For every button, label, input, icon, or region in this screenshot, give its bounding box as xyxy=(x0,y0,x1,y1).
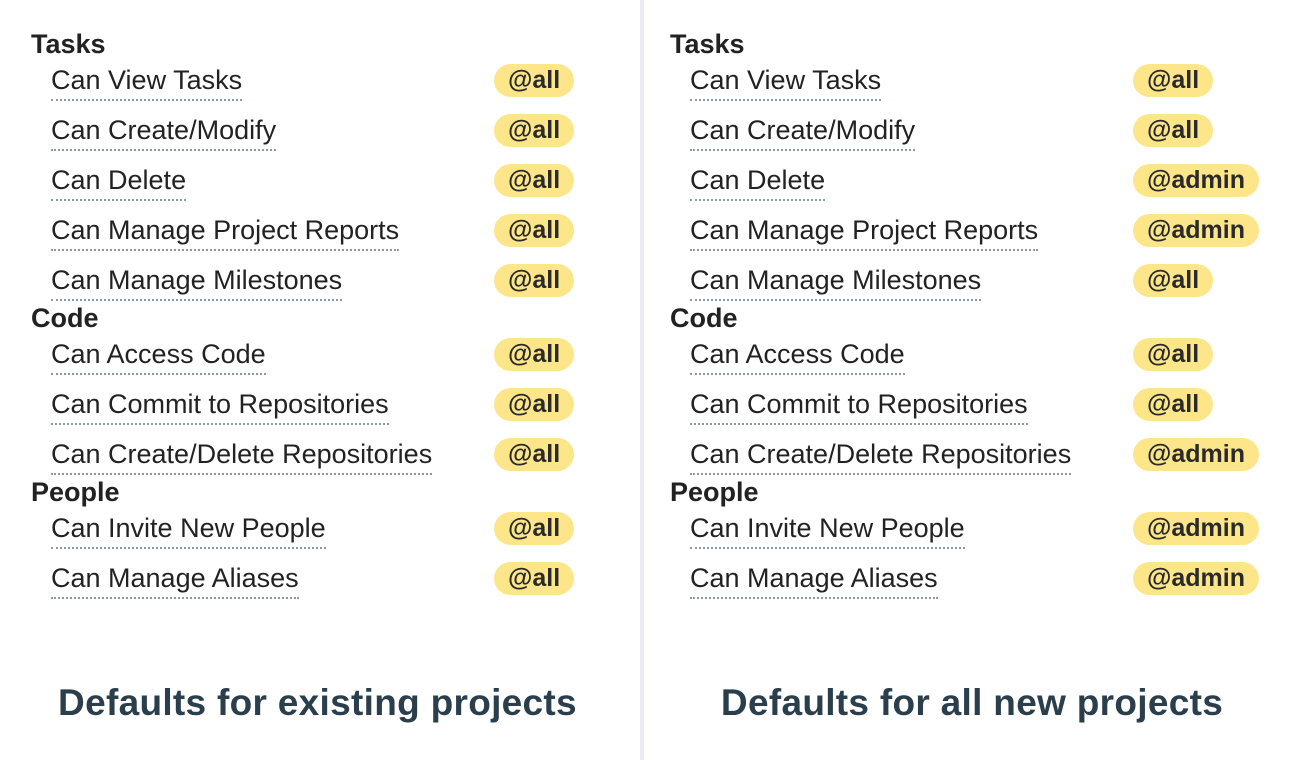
group-title: Code xyxy=(31,303,99,333)
permission-label[interactable]: Can Delete xyxy=(51,162,187,201)
role-badge[interactable]: @admin xyxy=(1133,164,1259,197)
permission-label[interactable]: Can View Tasks xyxy=(51,62,243,101)
permissions-list: Tasks Can View Tasks @all Can Create/Modi… xyxy=(31,26,575,610)
role-badge[interactable]: @all xyxy=(1133,388,1214,421)
permission-row: Can Invite New People @admin xyxy=(670,510,1259,560)
permission-row: Can Manage Project Reports @all xyxy=(31,212,575,262)
group-title: People xyxy=(31,477,120,507)
permission-label[interactable]: Can Access Code xyxy=(690,336,905,375)
role-badge[interactable]: @all xyxy=(494,438,575,471)
group-title: Tasks xyxy=(670,29,745,59)
role-badge[interactable]: @all xyxy=(494,64,575,97)
permission-label[interactable]: Can Manage Milestones xyxy=(690,262,982,301)
permission-label[interactable]: Can View Tasks xyxy=(690,62,882,101)
permission-row: Can View Tasks @all xyxy=(670,62,1214,112)
permission-label[interactable]: Can Create/Delete Repositories xyxy=(690,436,1072,475)
permission-label[interactable]: Can Commit to Repositories xyxy=(690,386,1028,425)
permission-label[interactable]: Can Manage Project Reports xyxy=(51,212,400,251)
permission-label[interactable]: Can Manage Project Reports xyxy=(690,212,1039,251)
role-badge[interactable]: @all xyxy=(1133,64,1214,97)
panel-caption: Defaults for all new projects xyxy=(720,682,1224,723)
role-badge[interactable]: @all xyxy=(494,264,575,297)
role-badge[interactable]: @all xyxy=(494,114,575,147)
role-badge[interactable]: @all xyxy=(1133,264,1214,297)
permission-row: Can Commit to Repositories @all xyxy=(31,386,575,436)
group-people: People Can Invite New People @all Can Man… xyxy=(31,474,575,610)
permission-row: Can Commit to Repositories @all xyxy=(670,386,1214,436)
permissions-list: Tasks Can View Tasks @all Can Create/Modi… xyxy=(670,26,1259,610)
group-title: Tasks xyxy=(31,29,106,59)
role-badge[interactable]: @admin xyxy=(1133,512,1259,545)
permission-row: Can Manage Milestones @all xyxy=(670,262,1214,301)
permission-label[interactable]: Can Commit to Repositories xyxy=(51,386,389,425)
role-badge[interactable]: @all xyxy=(1133,338,1214,371)
group-tasks: Tasks Can View Tasks @all Can Create/Modi… xyxy=(31,26,575,301)
existing-projects-panel: Tasks Can View Tasks @all Can Create/Modi… xyxy=(0,0,640,760)
role-badge[interactable]: @admin xyxy=(1133,214,1259,247)
permission-label[interactable]: Can Manage Aliases xyxy=(690,560,938,599)
permission-label[interactable]: Can Delete xyxy=(690,162,826,201)
permission-label[interactable]: Can Create/Modify xyxy=(51,112,277,151)
group-tasks: Tasks Can View Tasks @all Can Create/Modi… xyxy=(670,26,1259,301)
role-badge[interactable]: @all xyxy=(494,338,575,371)
permission-row: Can Access Code @all xyxy=(31,336,575,386)
new-projects-panel: Tasks Can View Tasks @all Can Create/Modi… xyxy=(644,0,1300,760)
permission-row: Can Create/Delete Repositories @admin xyxy=(670,436,1259,475)
permission-row: Can Invite New People @all xyxy=(31,510,575,560)
group-title: People xyxy=(670,477,759,507)
permission-row: Can Manage Aliases @admin xyxy=(670,560,1259,610)
permission-row: Can Manage Milestones @all xyxy=(31,262,575,301)
permission-row: Can Create/Modify @all xyxy=(31,112,575,162)
group-title: Code xyxy=(670,303,738,333)
permission-row: Can Create/Modify @all xyxy=(670,112,1214,162)
permission-row: Can Manage Aliases @all xyxy=(31,560,575,610)
role-badge[interactable]: @all xyxy=(494,164,575,197)
permission-label[interactable]: Can Create/Modify xyxy=(690,112,916,151)
role-badge[interactable]: @admin xyxy=(1133,562,1259,595)
permission-label[interactable]: Can Manage Aliases xyxy=(51,560,299,599)
group-people: People Can Invite New People @admin Can M… xyxy=(670,474,1259,610)
permission-row: Can Delete @all xyxy=(31,162,575,212)
permission-label[interactable]: Can Invite New People xyxy=(690,510,965,549)
permission-row: Can Access Code @all xyxy=(670,336,1214,386)
role-badge[interactable]: @all xyxy=(494,562,575,595)
permission-row: Can View Tasks @all xyxy=(31,62,575,112)
permission-label[interactable]: Can Create/Delete Repositories xyxy=(51,436,433,475)
permission-row: Can Delete @admin xyxy=(670,162,1259,212)
role-badge[interactable]: @all xyxy=(494,512,575,545)
permission-row: Can Create/Delete Repositories @all xyxy=(31,436,575,475)
permission-label[interactable]: Can Access Code xyxy=(51,336,266,375)
permission-label[interactable]: Can Manage Milestones xyxy=(51,262,343,301)
panel-caption: Defaults for existing projects xyxy=(58,682,577,723)
group-code: Code Can Access Code @all Can Commit to R… xyxy=(31,300,575,475)
role-badge[interactable]: @all xyxy=(494,214,575,247)
group-code: Code Can Access Code @all Can Commit to R… xyxy=(670,300,1259,475)
permission-row: Can Manage Project Reports @admin xyxy=(670,212,1259,262)
permission-label[interactable]: Can Invite New People xyxy=(51,510,326,549)
role-badge[interactable]: @all xyxy=(494,388,575,421)
role-badge[interactable]: @admin xyxy=(1133,438,1259,471)
role-badge[interactable]: @all xyxy=(1133,114,1214,147)
